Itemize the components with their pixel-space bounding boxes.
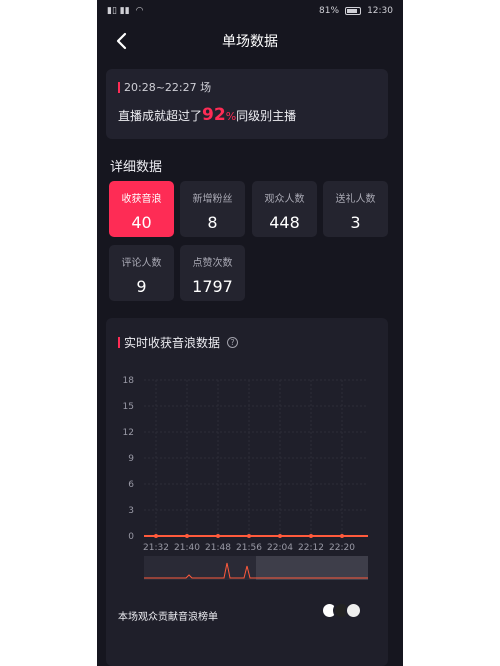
y-tick-label: 6 xyxy=(128,480,134,490)
stat-label: 观众人数 xyxy=(264,194,305,205)
x-tick-label: 22:04 xyxy=(267,543,293,553)
stat-viewers[interactable]: 观众人数 448 xyxy=(252,181,317,237)
signal-indicators: ▮▯ ▮▮ ◠ xyxy=(107,6,144,16)
summary-percent: 92 xyxy=(202,105,226,125)
stat-value: 1797 xyxy=(192,277,233,296)
realtime-chart-card: 实时收获音浪数据 ? 0 3 6 9 12 15 18 21:32 21:40 21:48 21:5… xyxy=(106,318,388,666)
nav-bar: 单场数据 xyxy=(97,26,403,56)
stat-value: 3 xyxy=(350,213,361,232)
phone-screen: ▮▯ ▮▮ ◠ 81% 12:30 单场数据 20:28~22:27 场 直播成… xyxy=(97,0,403,666)
y-tick-label: 12 xyxy=(123,428,134,438)
x-tick-label: 21:56 xyxy=(236,543,262,553)
stat-label: 点赞次数 xyxy=(192,258,233,269)
accent-bar xyxy=(118,81,120,93)
clock: 12:30 xyxy=(367,6,393,16)
y-tick-label: 9 xyxy=(128,454,134,464)
x-tick-label: 22:12 xyxy=(298,543,324,553)
back-arrow-icon[interactable] xyxy=(111,30,133,52)
data-point xyxy=(154,534,158,538)
stat-label: 收获音浪 xyxy=(121,194,162,205)
accent-bar xyxy=(118,337,120,348)
y-tick-label: 3 xyxy=(128,506,134,516)
stat-label: 评论人数 xyxy=(121,258,162,269)
battery-icon xyxy=(345,7,362,15)
ranking-title: 本场观众贡献音浪榜单 xyxy=(118,612,218,623)
network-icon: ▮▯ ▮▮ xyxy=(107,6,130,16)
data-point xyxy=(278,534,282,538)
stat-new-fans[interactable]: 新增粉丝 8 xyxy=(180,181,245,237)
y-tick-label: 18 xyxy=(123,376,135,386)
stat-commenters[interactable]: 评论人数 9 xyxy=(109,245,174,301)
chart-title-text: 实时收获音浪数据 xyxy=(124,336,221,350)
data-point xyxy=(247,534,251,538)
data-point xyxy=(309,534,313,538)
summary-text-before: 直播成就超过了 xyxy=(118,109,203,123)
x-tick-label: 21:32 xyxy=(143,543,169,553)
data-point xyxy=(216,534,220,538)
x-tick-label: 22:20 xyxy=(329,543,355,553)
summary-text-after: 同级别主播 xyxy=(236,109,297,123)
stat-likes[interactable]: 点赞次数 1797 xyxy=(180,245,245,301)
stat-sound-waves[interactable]: 收获音浪 40 xyxy=(109,181,174,237)
y-tick-label: 15 xyxy=(123,402,134,412)
chart-title: 实时收获音浪数据 ? xyxy=(118,334,239,351)
battery-percent: 81% xyxy=(319,6,340,16)
stat-value: 448 xyxy=(269,213,300,232)
x-tick-label: 21:48 xyxy=(205,543,231,553)
stat-gifters[interactable]: 送礼人数 3 xyxy=(323,181,388,237)
stat-value: 8 xyxy=(207,213,218,232)
range-window xyxy=(256,556,368,580)
avatar[interactable] xyxy=(345,602,362,619)
summary-percent-sign: % xyxy=(225,110,237,123)
details-title: 详细数据 xyxy=(110,160,163,175)
data-point xyxy=(185,534,189,538)
x-tick-label: 21:40 xyxy=(174,543,200,553)
ranking-text: 直播成就超过了92%同级别主播 xyxy=(118,105,376,125)
help-icon[interactable]: ? xyxy=(227,337,239,348)
stat-value: 9 xyxy=(136,277,147,296)
wifi-icon: ◠ xyxy=(135,6,144,16)
stat-label: 新增粉丝 xyxy=(192,194,233,205)
session-time: 20:28~22:27 场 xyxy=(118,79,376,95)
stat-label: 送礼人数 xyxy=(335,194,376,205)
status-bar: ▮▯ ▮▮ ◠ 81% 12:30 xyxy=(97,0,403,22)
data-point xyxy=(340,534,344,538)
y-tick-label: 0 xyxy=(128,532,134,542)
stat-value: 40 xyxy=(131,213,152,232)
time-range: 20:28~22:27 场 xyxy=(124,81,212,94)
top-contributors[interactable] xyxy=(321,602,371,620)
page-title: 单场数据 xyxy=(222,34,278,50)
realtime-line-chart: 0 3 6 9 12 15 18 21:32 21:40 21:48 21:56 22:04 22:12… xyxy=(123,376,368,580)
summary-card: 20:28~22:27 场 直播成就超过了92%同级别主播 xyxy=(106,69,388,139)
